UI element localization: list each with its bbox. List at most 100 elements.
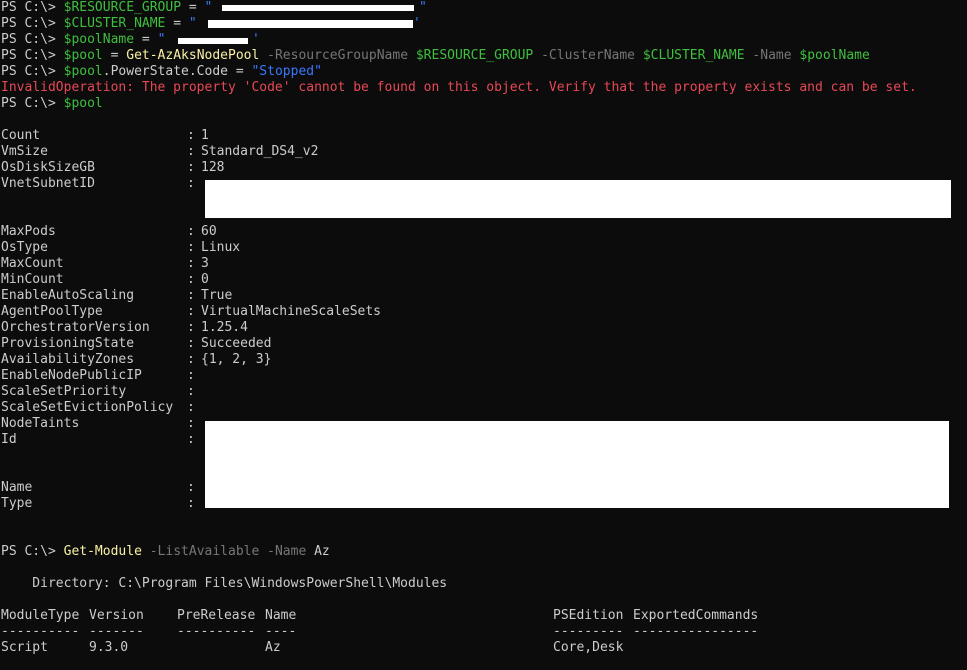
variable: $CLUSTER_NAME	[63, 16, 166, 31]
table-separator: ----	[265, 624, 297, 639]
property-value: Linux	[201, 240, 241, 255]
property-colon: :	[187, 144, 195, 159]
command-line-get-module: PS C:\> Get-Module -ListAvailable -Name …	[1, 544, 330, 560]
property-name: AgentPoolType	[1, 304, 103, 319]
parameter: -Name	[259, 544, 315, 559]
property-name: MaxPods	[1, 224, 56, 239]
property-value: {1, 2, 3}	[201, 352, 272, 367]
property-name: OsDiskSizeGB	[1, 160, 95, 175]
property-colon: :	[187, 416, 195, 431]
operator: =	[102, 48, 127, 63]
table-separator: ----------	[177, 624, 256, 639]
operator: =	[181, 0, 205, 15]
table-header: Version	[89, 608, 144, 623]
variable: $CLUSTER_NAME	[642, 48, 745, 63]
property-colon: :	[187, 176, 195, 191]
table-separator: ---------	[553, 624, 624, 639]
property-name: MinCount	[1, 272, 64, 287]
string-quote-close: "	[419, 0, 427, 16]
string-quote: "	[157, 32, 166, 47]
property-colon: :	[187, 368, 195, 383]
operator: =	[228, 64, 252, 79]
property-colon: :	[187, 272, 195, 287]
table-cell: Core,Desk	[553, 640, 624, 655]
property-colon: :	[187, 128, 195, 143]
parameter: -ListAvailable	[141, 544, 260, 559]
table-header: PSEdition	[553, 608, 624, 623]
property-value: 1.25.4	[201, 320, 248, 335]
table-separator: ----------------	[633, 624, 759, 639]
table-cell: Az	[265, 640, 281, 655]
property-name: Type	[1, 496, 33, 511]
command-line-cluster-name: PS C:\> $CLUSTER_NAME = "	[1, 16, 197, 32]
operator: =	[134, 32, 158, 47]
prompt: PS C:\>	[1, 64, 64, 79]
property-name: OsType	[1, 240, 48, 255]
variable: $pool	[63, 64, 103, 79]
string-quote: "	[204, 0, 213, 15]
property-colon: :	[187, 240, 195, 255]
property-value: Succeeded	[201, 336, 272, 351]
property-colon: :	[187, 256, 195, 271]
property-colon: :	[187, 320, 195, 335]
prompt: PS C:\>	[1, 0, 64, 15]
prompt: PS C:\>	[1, 32, 64, 47]
table-header: Name	[265, 608, 297, 623]
property-name: NodeTaints	[1, 416, 80, 431]
property-name: VmSize	[1, 144, 48, 159]
property-colon: :	[187, 336, 195, 351]
property-name: AvailabilityZones	[1, 352, 135, 367]
property-value: 0	[201, 272, 209, 287]
property-value: True	[201, 288, 233, 303]
operator: =	[165, 16, 189, 31]
property-colon: :	[187, 496, 195, 511]
variable: $pool	[63, 96, 103, 111]
property-name: ProvisioningState	[1, 336, 135, 351]
prompt: PS C:\>	[1, 96, 64, 111]
redacted-value	[178, 38, 248, 44]
redacted-value	[222, 5, 414, 11]
parameter: -ResourceGroupName	[259, 48, 416, 63]
property-value: 1	[201, 128, 209, 143]
property-name: OrchestratorVersion	[1, 320, 150, 335]
directory-line: Directory: C:\Program Files\WindowsPower…	[1, 576, 448, 591]
property-name: EnableAutoScaling	[1, 288, 135, 303]
property-colon: :	[187, 160, 195, 175]
property-value: 3	[201, 256, 209, 271]
string-quote: '	[413, 16, 421, 31]
table-header: ExportedCommands	[633, 608, 759, 623]
terminal-window[interactable]: PS C:\> $RESOURCE_GROUP = " " PS C:\> $C…	[0, 0, 967, 670]
property-value: VirtualMachineScaleSets	[201, 304, 382, 319]
property-name: ScaleSetPriority	[1, 384, 127, 399]
property-value: Standard_DS4_v2	[201, 144, 319, 159]
table-cell: Script	[1, 640, 48, 655]
string-quote: "	[419, 0, 427, 15]
property-name: Name	[1, 480, 33, 495]
string-quote-close: '	[413, 16, 421, 32]
string-literal: "Stopped"	[251, 64, 322, 79]
command-line-set-powerstate: PS C:\> $pool.PowerState.Code = "Stopped…	[1, 64, 322, 80]
command-line-get-nodepool: PS C:\> $pool = Get-AzAksNodePool -Resou…	[1, 48, 870, 64]
redacted-value	[205, 421, 949, 508]
property-colon: :	[187, 432, 195, 447]
cmdlet-name: Get-AzAksNodePool	[126, 48, 260, 63]
argument: Az	[314, 544, 330, 559]
table-header: PreRelease	[177, 608, 256, 623]
property-colon: :	[187, 384, 195, 399]
cmdlet-name: Get-Module	[63, 544, 142, 559]
parameter: -Name	[744, 48, 800, 63]
property-value: 128	[201, 160, 225, 175]
variable: $RESOURCE_GROUP	[63, 0, 182, 15]
string-quote: '	[252, 32, 260, 47]
property-colon: :	[187, 304, 195, 319]
prompt: PS C:\>	[1, 544, 64, 559]
command-line-pool-name: PS C:\> $poolName = "	[1, 32, 165, 48]
member-access: .PowerState.Code	[102, 64, 228, 79]
property-name: MaxCount	[1, 256, 64, 271]
property-name: Count	[1, 128, 41, 143]
property-name: Id	[1, 432, 17, 447]
property-colon: :	[187, 400, 195, 415]
property-name: VnetSubnetID	[1, 176, 95, 191]
parameter: -ClusterName	[533, 48, 643, 63]
variable: $poolName	[799, 48, 870, 63]
